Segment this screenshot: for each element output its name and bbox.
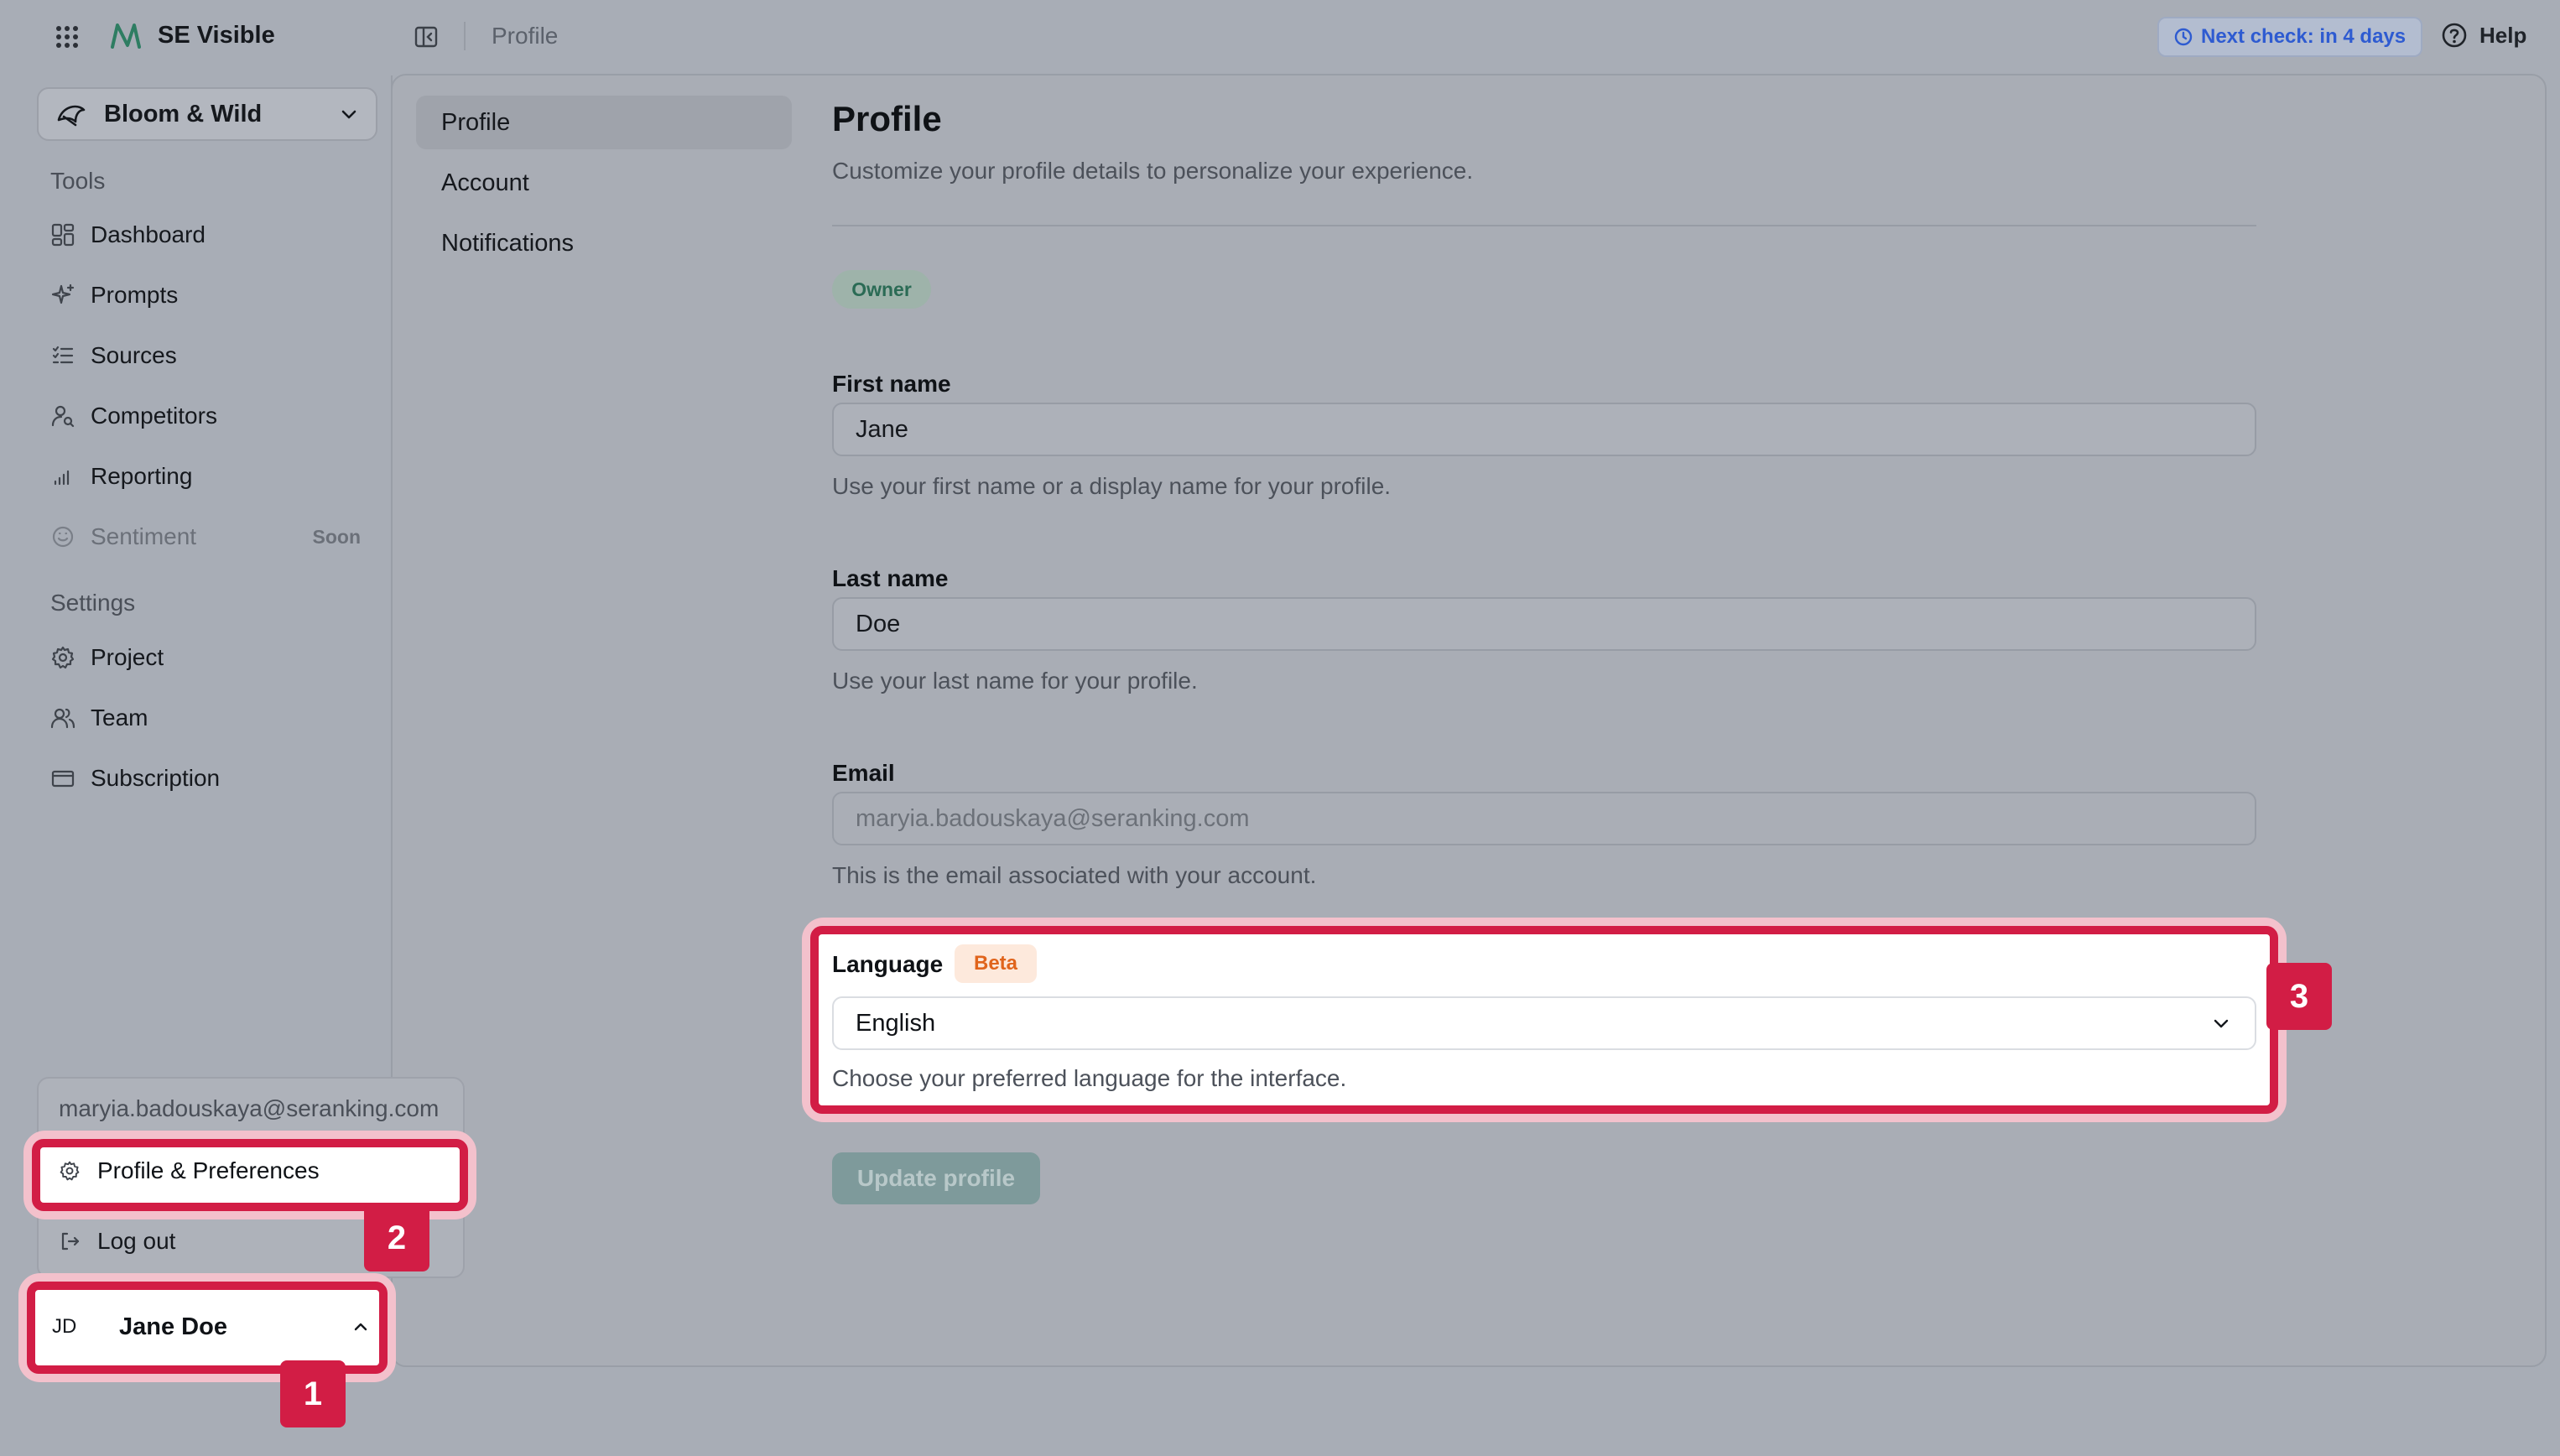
app-name: SE Visible bbox=[158, 22, 275, 49]
user-name: Jane Doe bbox=[119, 1313, 227, 1340]
last-name-label: Last name bbox=[832, 565, 949, 591]
first-name-label: First name bbox=[832, 371, 951, 397]
soon-badge: Soon bbox=[312, 525, 362, 548]
email-label: Email bbox=[832, 760, 895, 786]
update-profile-button[interactable]: Update profile bbox=[832, 1152, 1040, 1204]
logout-label: Log out bbox=[97, 1228, 176, 1254]
sidebar-item-reporting[interactable]: Reporting bbox=[50, 455, 361, 497]
page-title: Profile bbox=[832, 99, 942, 138]
user-menu-email: maryia.badouskaya@seranking.com bbox=[59, 1095, 440, 1121]
project-logo-icon bbox=[55, 100, 89, 128]
tab-notifications[interactable]: Notifications bbox=[416, 216, 792, 270]
avatar: JD bbox=[52, 1315, 77, 1338]
gear-icon bbox=[59, 1160, 81, 1182]
sidebar-item-label: Subscription bbox=[91, 765, 221, 791]
step-3-badge: 3 bbox=[2266, 963, 2332, 1030]
app-logo-icon bbox=[109, 20, 143, 52]
section-divider bbox=[832, 225, 2256, 226]
step-2-badge: 2 bbox=[364, 1204, 429, 1271]
bar-chart-icon bbox=[50, 464, 75, 489]
profile-preferences-label: Profile & Preferences bbox=[97, 1157, 320, 1183]
header-divider bbox=[464, 22, 466, 50]
page-description: Customize your profile details to person… bbox=[832, 158, 1474, 184]
sidebar-item-team[interactable]: Team bbox=[50, 697, 361, 739]
sparkle-icon bbox=[50, 283, 75, 308]
beta-badge: Beta bbox=[955, 944, 1037, 983]
next-check-label: Next check: in 4 days bbox=[2201, 25, 2407, 48]
project-name: Bloom & Wild bbox=[104, 100, 263, 127]
sidebar-item-sources[interactable]: Sources bbox=[50, 335, 361, 377]
tab-account[interactable]: Account bbox=[416, 156, 792, 210]
breadcrumb: Profile bbox=[492, 23, 559, 49]
dashboard-icon bbox=[50, 222, 75, 247]
language-label: Language bbox=[832, 951, 944, 977]
apps-grid-icon[interactable] bbox=[55, 25, 79, 49]
profile-preferences-item[interactable]: Profile & Preferences bbox=[59, 1157, 320, 1184]
sidebar-item-prompts[interactable]: Prompts bbox=[50, 274, 361, 316]
help-button[interactable]: Help bbox=[2441, 22, 2526, 49]
logout-icon bbox=[59, 1230, 81, 1252]
sidebar-item-label: Team bbox=[91, 705, 148, 731]
clock-icon bbox=[2174, 28, 2193, 46]
email-field: maryia.badouskaya@seranking.com bbox=[832, 792, 2256, 845]
sidebar-item-label: Sources bbox=[91, 342, 177, 368]
user-account-button[interactable]: JD Jane Doe bbox=[52, 1305, 371, 1349]
last-name-help: Use your last name for your profile. bbox=[832, 668, 1198, 694]
first-name-help: Use your first name or a display name fo… bbox=[832, 473, 1392, 499]
sidebar-item-label: Competitors bbox=[91, 403, 217, 429]
language-select[interactable]: English bbox=[832, 996, 2256, 1050]
sidebar-item-label: Reporting bbox=[91, 463, 193, 489]
chevron-down-icon bbox=[339, 104, 359, 124]
sidebar-item-label: Sentiment bbox=[91, 523, 197, 549]
sidebar-item-project[interactable]: Project bbox=[50, 637, 361, 679]
settings-section-title: Settings bbox=[50, 590, 136, 616]
sidebar-item-label: Prompts bbox=[91, 282, 179, 308]
smile-icon bbox=[50, 524, 75, 549]
language-value: English bbox=[856, 1009, 936, 1037]
sidebar-item-dashboard[interactable]: Dashboard bbox=[50, 214, 361, 256]
tab-profile[interactable]: Profile bbox=[416, 96, 792, 149]
user-search-icon bbox=[50, 403, 75, 429]
settings-subnav: Profile Account Notifications bbox=[416, 96, 792, 270]
gear-icon bbox=[50, 645, 75, 670]
sidebar-item-subscription[interactable]: Subscription bbox=[50, 757, 361, 799]
sidebar-item-label: Dashboard bbox=[91, 221, 206, 247]
toggle-sidebar-icon[interactable] bbox=[414, 25, 438, 49]
chevron-down-icon bbox=[2211, 1013, 2231, 1033]
role-badge: Owner bbox=[832, 270, 931, 309]
help-label: Help bbox=[2479, 22, 2527, 48]
users-icon bbox=[50, 705, 75, 731]
first-name-field[interactable]: Jane bbox=[832, 403, 2256, 456]
tools-section-title: Tools bbox=[50, 168, 106, 194]
sidebar-item-competitors[interactable]: Competitors bbox=[50, 395, 361, 437]
logout-item[interactable]: Log out bbox=[59, 1228, 175, 1255]
last-name-field[interactable]: Doe bbox=[832, 597, 2256, 651]
card-icon bbox=[50, 766, 75, 791]
help-circle-icon bbox=[2441, 22, 2468, 49]
subnav-divider bbox=[391, 75, 393, 1082]
sidebar-item-label: Project bbox=[91, 644, 164, 670]
list-icon bbox=[50, 343, 75, 368]
project-selector[interactable]: Bloom & Wild bbox=[37, 87, 377, 141]
next-check-badge[interactable]: Next check: in 4 days bbox=[2157, 17, 2423, 57]
language-help: Choose your preferred language for the i… bbox=[832, 1065, 1347, 1091]
email-help: This is the email associated with your a… bbox=[832, 862, 1317, 888]
chevron-up-icon bbox=[351, 1317, 371, 1337]
step-1-badge: 1 bbox=[280, 1360, 346, 1427]
sidebar-item-sentiment: Sentiment Soon bbox=[50, 516, 361, 558]
